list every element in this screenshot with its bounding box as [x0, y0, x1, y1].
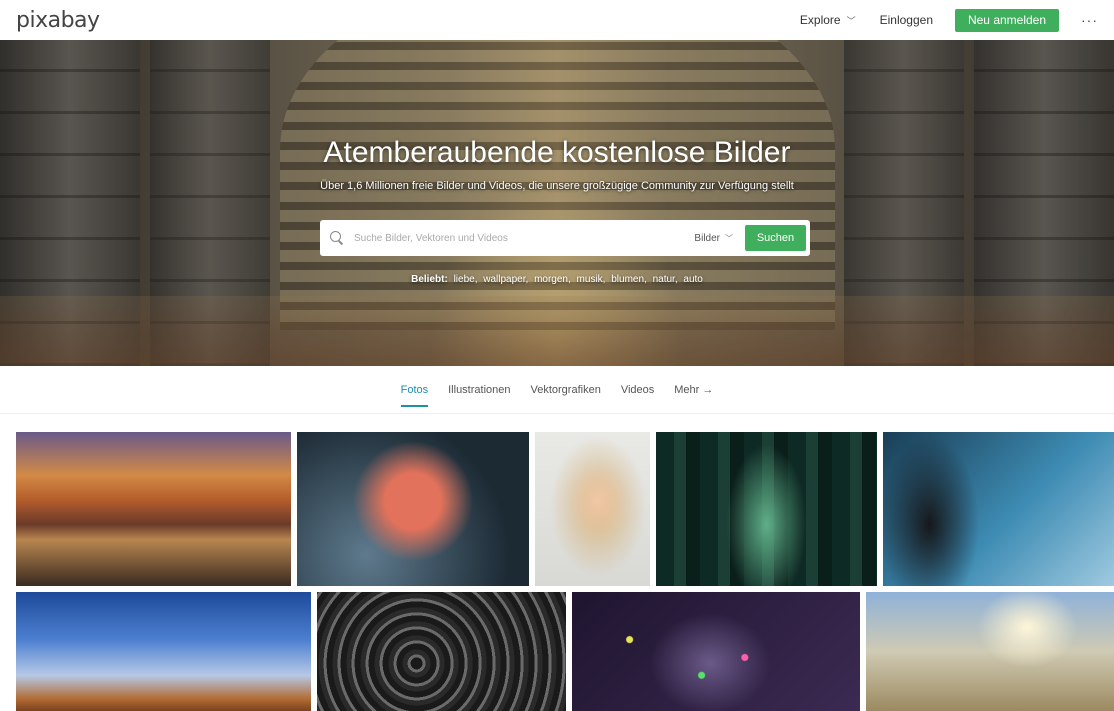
search-icon [330, 231, 344, 245]
photo-gallery [0, 432, 1114, 711]
media-type-select[interactable]: Bilder ﹀ [694, 233, 733, 244]
tab-mehr[interactable]: Mehr → [674, 384, 713, 405]
gallery-photo-sunlit-tree[interactable] [866, 592, 1114, 711]
gallery-photo-motorcycle-engine[interactable] [317, 592, 566, 711]
hero-title: Atemberaubende kostenlose Bilder [323, 136, 791, 169]
search-button[interactable]: Suchen [745, 225, 806, 251]
hero-banner: Atemberaubende kostenlose Bilder Über 1,… [0, 40, 1114, 366]
tab-illustrationen[interactable]: Illustrationen [448, 384, 510, 405]
popular-tag[interactable]: morgen, [534, 274, 571, 285]
chevron-down-icon: ﹀ [846, 15, 856, 26]
top-bar: pixabay Explore ﹀ Einloggen Neu anmelden… [0, 0, 1114, 40]
tab-videos[interactable]: Videos [621, 384, 654, 405]
gallery-photo-fairy-lights-sphere[interactable] [572, 592, 860, 711]
gallery-photo-flamingo[interactable] [297, 432, 529, 586]
popular-tag[interactable]: wallpaper, [483, 274, 528, 285]
signup-button[interactable]: Neu anmelden [955, 8, 1059, 32]
hero-subtitle: Über 1,6 Millionen freie Bilder und Vide… [320, 180, 794, 192]
explore-menu[interactable]: Explore ﹀ [800, 13, 856, 27]
media-tabs: Fotos Illustrationen Vektorgrafiken Vide… [0, 384, 1114, 414]
search-input[interactable] [354, 232, 695, 244]
tab-fotos[interactable]: Fotos [400, 384, 429, 407]
popular-tag[interactable]: musik, [577, 274, 606, 285]
gallery-photo-woman-portrait[interactable] [535, 432, 650, 586]
gallery-photo-city-canal-sunset[interactable] [16, 432, 291, 586]
popular-tag[interactable]: auto [683, 274, 702, 285]
header-nav: Explore ﹀ Einloggen Neu anmelden ··· [800, 8, 1098, 32]
gallery-photo-forest-girl[interactable] [656, 432, 877, 586]
explore-label: Explore [799, 13, 841, 27]
popular-tags: Beliebt: liebe, wallpaper, morgen, musik… [0, 274, 1114, 285]
hero-content: Atemberaubende kostenlose Bilder Über 1,… [0, 40, 1114, 366]
more-options-icon[interactable]: ··· [1081, 12, 1098, 28]
popular-tag[interactable]: blumen, [611, 274, 647, 285]
chevron-down-icon: ﹀ [725, 233, 733, 243]
gallery-photo-desert-sky[interactable] [16, 592, 311, 711]
popular-label: Beliebt: [411, 274, 448, 285]
tab-vektorgrafiken[interactable]: Vektorgrafiken [531, 384, 601, 405]
popular-tag[interactable]: natur, [653, 274, 678, 285]
popular-tag[interactable]: liebe, [454, 274, 478, 285]
media-type-label: Bilder [694, 232, 720, 244]
gallery-photo-man-snow[interactable] [883, 432, 1114, 586]
login-link[interactable]: Einloggen [880, 13, 933, 27]
search-bar: Bilder ﹀ Suchen [320, 220, 810, 256]
pixabay-logo[interactable]: pixabay [16, 8, 100, 33]
